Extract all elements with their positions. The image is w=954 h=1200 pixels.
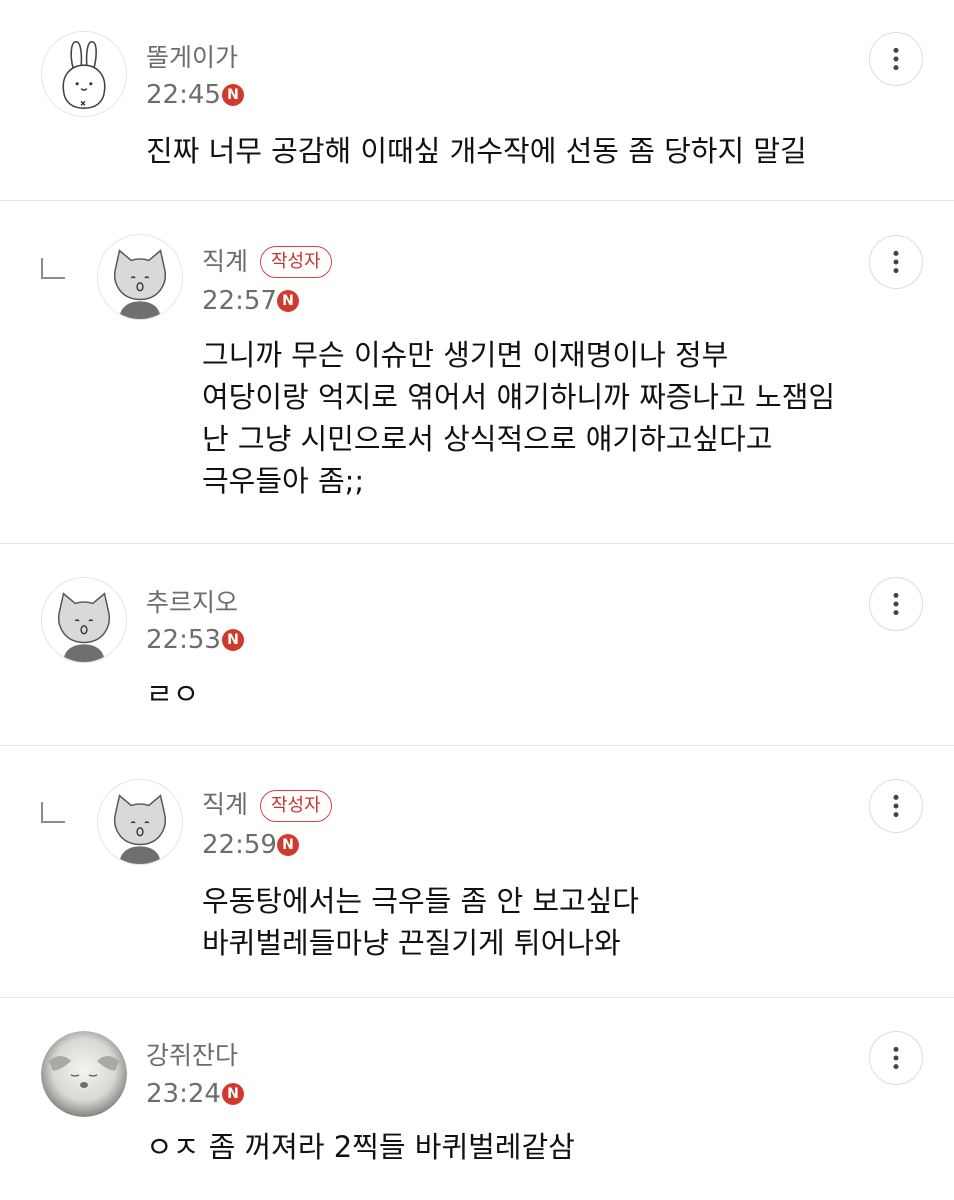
comment-author-name[interactable]: 직계 <box>202 790 248 820</box>
cat-avatar-icon[interactable] <box>41 577 127 663</box>
new-badge-icon: N <box>222 629 244 651</box>
more-options-button[interactable] <box>869 235 923 289</box>
comment-body-line: 그니까 무슨 이슈만 생기면 이재명이나 정부 <box>202 338 729 372</box>
reply-arrow-icon <box>40 802 66 824</box>
comment-body-line: 진짜 너무 공감해 이때싶 개수작에 선동 좀 당하지 말길 <box>146 134 807 168</box>
comment-body-line: 우동탕에서는 극우들 좀 안 보고싶다 <box>202 884 640 918</box>
comment-body: 진짜 너무 공감해 이때싶 개수작에 선동 좀 당하지 말길 <box>146 130 807 172</box>
comment-body-line: 바퀴벌레들마냥 끈질기게 튀어나와 <box>202 926 621 960</box>
more-vertical-icon <box>893 1046 899 1070</box>
comment-timestamp: 22:57 <box>202 286 277 316</box>
comment-timestamp: 22:45 <box>146 80 221 110</box>
photo-avatar-icon[interactable] <box>41 1031 127 1117</box>
author-badge: 작성자 <box>260 790 332 822</box>
new-badge-icon: N <box>222 84 244 106</box>
reply-arrow-icon <box>40 258 66 280</box>
new-badge-icon: N <box>222 1083 244 1105</box>
comment-body-line: 극우들아 좀;; <box>202 464 365 498</box>
comment-body-line: 난 그냥 시민으로서 상식적으로 얘기하고싶다고 <box>202 422 773 456</box>
author-badge: 작성자 <box>260 246 332 278</box>
more-options-button[interactable] <box>869 779 923 833</box>
comment-body: 우동탕에서는 극우들 좀 안 보고싶다 바퀴벌레들마냥 끈질기게 튀어나와 <box>202 880 639 964</box>
cat-avatar-icon[interactable] <box>97 779 183 865</box>
comment-author-name[interactable]: 추르지오 <box>146 588 238 618</box>
comment-body: ㅇㅈ 좀 꺼져라 2찍들 바퀴벌레같삼 <box>146 1126 575 1168</box>
comment-body: 그니까 무슨 이슈만 생기면 이재명이나 정부 여당이랑 억지로 엮어서 얘기하… <box>202 334 835 502</box>
rabbit-avatar-icon[interactable] <box>41 31 127 117</box>
more-options-button[interactable] <box>869 577 923 631</box>
comment-author-name[interactable]: 똘게이가 <box>146 43 238 73</box>
comment-timestamp: 22:59 <box>202 830 277 860</box>
cat-avatar-icon[interactable] <box>97 234 183 320</box>
new-badge-icon: N <box>277 290 299 312</box>
comment-author-name[interactable]: 직계 <box>202 247 248 277</box>
comment-reply-item: 직계 작성자 22:57 N 그니까 무슨 이슈만 생기면 이재명이나 정부 여… <box>0 201 954 544</box>
more-options-button[interactable] <box>869 1031 923 1085</box>
comment-item: 똘게이가 22:45 N 진짜 너무 공감해 이때싶 개수작에 선동 좀 당하지… <box>0 0 954 201</box>
comment-author-name[interactable]: 강쥐잔다 <box>146 1041 238 1071</box>
comment-timestamp: 22:53 <box>146 625 221 655</box>
comment-body-line: ㄹㅇ <box>146 677 200 711</box>
comment-item: 추르지오 22:53 N ㄹㅇ <box>0 544 954 746</box>
more-vertical-icon <box>893 592 899 616</box>
comment-reply-item: 직계 작성자 22:59 N 우동탕에서는 극우들 좀 안 보고싶다 바퀴벌레들… <box>0 746 954 998</box>
more-vertical-icon <box>893 250 899 274</box>
more-vertical-icon <box>893 47 899 71</box>
comment-body-line: 여당이랑 억지로 엮어서 얘기하니까 짜증나고 노잼임 <box>202 380 836 414</box>
comment-item: 강쥐잔다 23:24 N ㅇㅈ 좀 꺼져라 2찍들 바퀴벌레같삼 <box>0 998 954 1200</box>
comment-body: ㄹㅇ <box>146 673 199 715</box>
new-badge-icon: N <box>277 834 299 856</box>
comment-body-line: ㅇㅈ 좀 꺼져라 2찍들 바퀴벌레같삼 <box>146 1130 575 1164</box>
comment-timestamp: 23:24 <box>146 1079 221 1109</box>
more-vertical-icon <box>893 794 899 818</box>
more-options-button[interactable] <box>869 32 923 86</box>
